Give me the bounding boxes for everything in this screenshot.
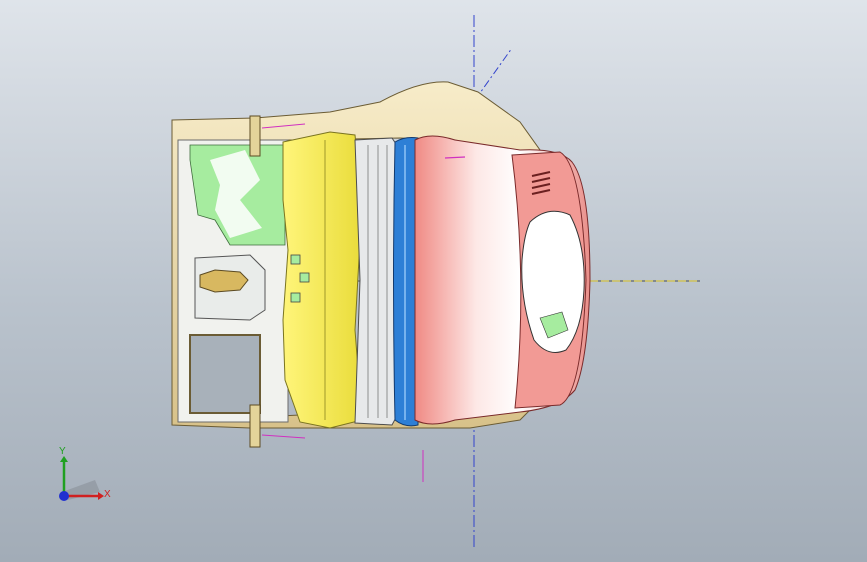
- cad-viewport[interactable]: X Y: [0, 0, 867, 562]
- yellow-square-1: [290, 254, 301, 265]
- pink-cap[interactable]: [414, 135, 591, 425]
- magenta-edge-bottom: [261, 434, 306, 439]
- yellow-collar-body: [282, 131, 363, 429]
- bracket-top: [249, 115, 261, 157]
- triad-y-label: Y: [59, 446, 66, 457]
- triad-x-label: X: [104, 489, 111, 500]
- bracket-bottom: [249, 404, 261, 448]
- connector-pin: [199, 269, 249, 293]
- yellow-square-2: [299, 272, 310, 283]
- coordinate-triad: X Y: [59, 446, 111, 501]
- yellow-collar[interactable]: [282, 131, 363, 429]
- diagonal-axis-line: [474, 47, 513, 101]
- lower-slot: [189, 334, 261, 414]
- yellow-square-3: [290, 292, 301, 303]
- triad-z-axis: [59, 491, 69, 501]
